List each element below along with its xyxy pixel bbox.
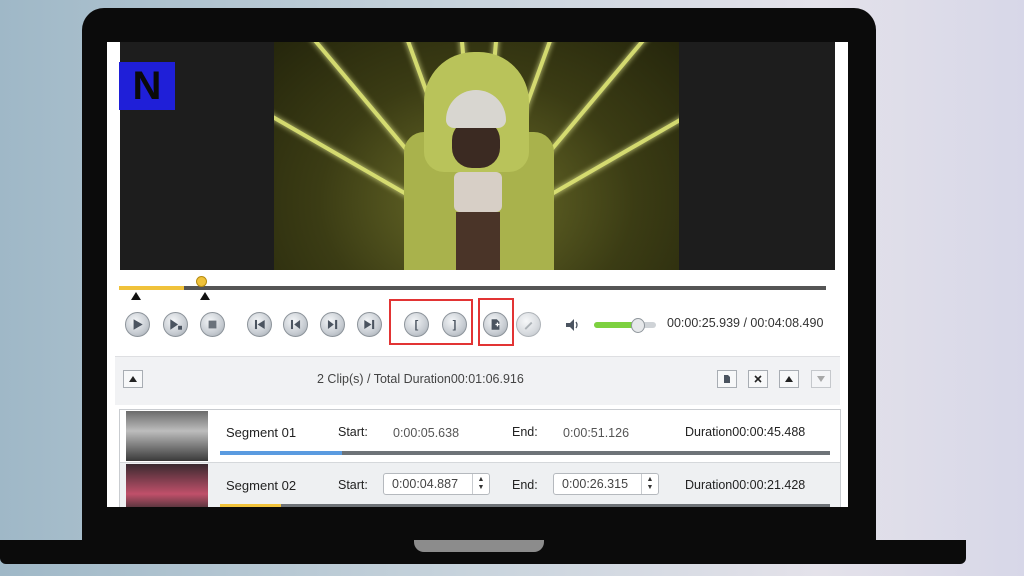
segment-duration: Duration00:00:45.488 <box>685 425 806 439</box>
time-readout: 00:00:25.939 / 00:04:08.490 <box>667 316 824 330</box>
play-icon <box>133 319 143 330</box>
play-segment-button[interactable] <box>163 312 188 337</box>
add-segment-button[interactable] <box>483 312 508 337</box>
step-forward-icon <box>327 319 338 330</box>
start-label: Start: <box>338 478 368 492</box>
play-segment-icon <box>170 319 182 330</box>
speaker-icon[interactable] <box>565 318 581 332</box>
end-time: 0:00:51.126 <box>563 426 630 440</box>
start-time-input[interactable]: 0:00:04.887 ▲ ▼ <box>383 473 490 495</box>
previous-button[interactable] <box>247 312 272 337</box>
set-end-button[interactable]: ] <box>442 312 467 337</box>
add-segment-icon <box>491 319 500 330</box>
add-clip-button[interactable] <box>717 370 737 388</box>
collapse-button[interactable] <box>123 370 143 388</box>
volume-handle[interactable] <box>631 318 645 333</box>
pencil-icon <box>524 321 533 330</box>
timeline-selection <box>119 286 184 290</box>
clip-summary: 2 Clip(s) / Total Duration00:01:06.916 <box>317 372 524 386</box>
step-back-icon <box>290 319 301 330</box>
end-time-stepper[interactable]: ▲ ▼ <box>641 474 658 494</box>
step-back-button[interactable] <box>283 312 308 337</box>
watermark-logo: N <box>119 62 175 110</box>
start-time-stepper[interactable]: ▲ ▼ <box>472 474 489 494</box>
move-down-button[interactable] <box>811 370 831 388</box>
step-forward-button[interactable] <box>320 312 345 337</box>
stop-button[interactable] <box>200 312 225 337</box>
skip-forward-icon <box>364 319 375 330</box>
set-start-button[interactable]: [ <box>404 312 429 337</box>
end-time-input[interactable]: 0:00:26.315 ▲ ▼ <box>553 473 659 495</box>
arrow-down-icon <box>817 376 825 382</box>
remove-clip-button[interactable] <box>748 370 768 388</box>
person-torso <box>456 212 500 270</box>
segment-progress-fill <box>220 451 342 455</box>
end-bracket-icon: ] <box>452 318 457 331</box>
skip-back-icon <box>254 319 265 330</box>
start-time-value: 0:00:04.887 <box>392 477 459 491</box>
video-player[interactable] <box>120 42 835 270</box>
close-icon <box>754 375 762 383</box>
play-button[interactable] <box>125 312 150 337</box>
start-time: 0:00:05.638 <box>393 426 460 440</box>
app-window: [ ] 00:00:25.939 / 00:04:08.490 2 Clip(s… <box>107 42 848 507</box>
segment-progress-fill <box>220 504 281 507</box>
laptop-notch <box>414 540 544 552</box>
start-bracket-icon: [ <box>414 318 419 331</box>
playhead-handle[interactable] <box>196 276 207 287</box>
triangle-up-icon <box>129 376 137 382</box>
move-up-button[interactable] <box>779 370 799 388</box>
segment-row[interactable]: Segment 01 Start: 0:00:05.638 End: 0:00:… <box>120 410 840 462</box>
segment-duration: Duration00:00:21.428 <box>685 478 806 492</box>
segment-thumbnail <box>126 464 208 507</box>
video-frame <box>274 42 679 270</box>
end-label: End: <box>512 478 538 492</box>
segment-thumbnail <box>126 411 208 461</box>
segment-list: Segment 01 Start: 0:00:05.638 End: 0:00:… <box>119 409 841 507</box>
edit-button[interactable] <box>516 312 541 337</box>
start-label: Start: <box>338 425 368 439</box>
add-file-icon <box>724 375 730 383</box>
timeline-track[interactable] <box>129 286 826 290</box>
end-time-value: 0:00:26.315 <box>562 477 629 491</box>
segment-progress-track <box>220 504 830 507</box>
stop-icon <box>208 320 217 329</box>
end-label: End: <box>512 425 538 439</box>
segment-name: Segment 02 <box>226 478 297 493</box>
segment-row[interactable]: Segment 02 Start: 0:00:04.887 ▲ ▼ End: 0:… <box>120 462 840 507</box>
start-marker-icon[interactable] <box>131 292 141 300</box>
next-button[interactable] <box>357 312 382 337</box>
segment-name: Segment 01 <box>226 425 297 440</box>
person-top <box>454 172 502 212</box>
end-marker-icon[interactable] <box>200 292 210 300</box>
arrow-up-icon <box>785 376 793 382</box>
